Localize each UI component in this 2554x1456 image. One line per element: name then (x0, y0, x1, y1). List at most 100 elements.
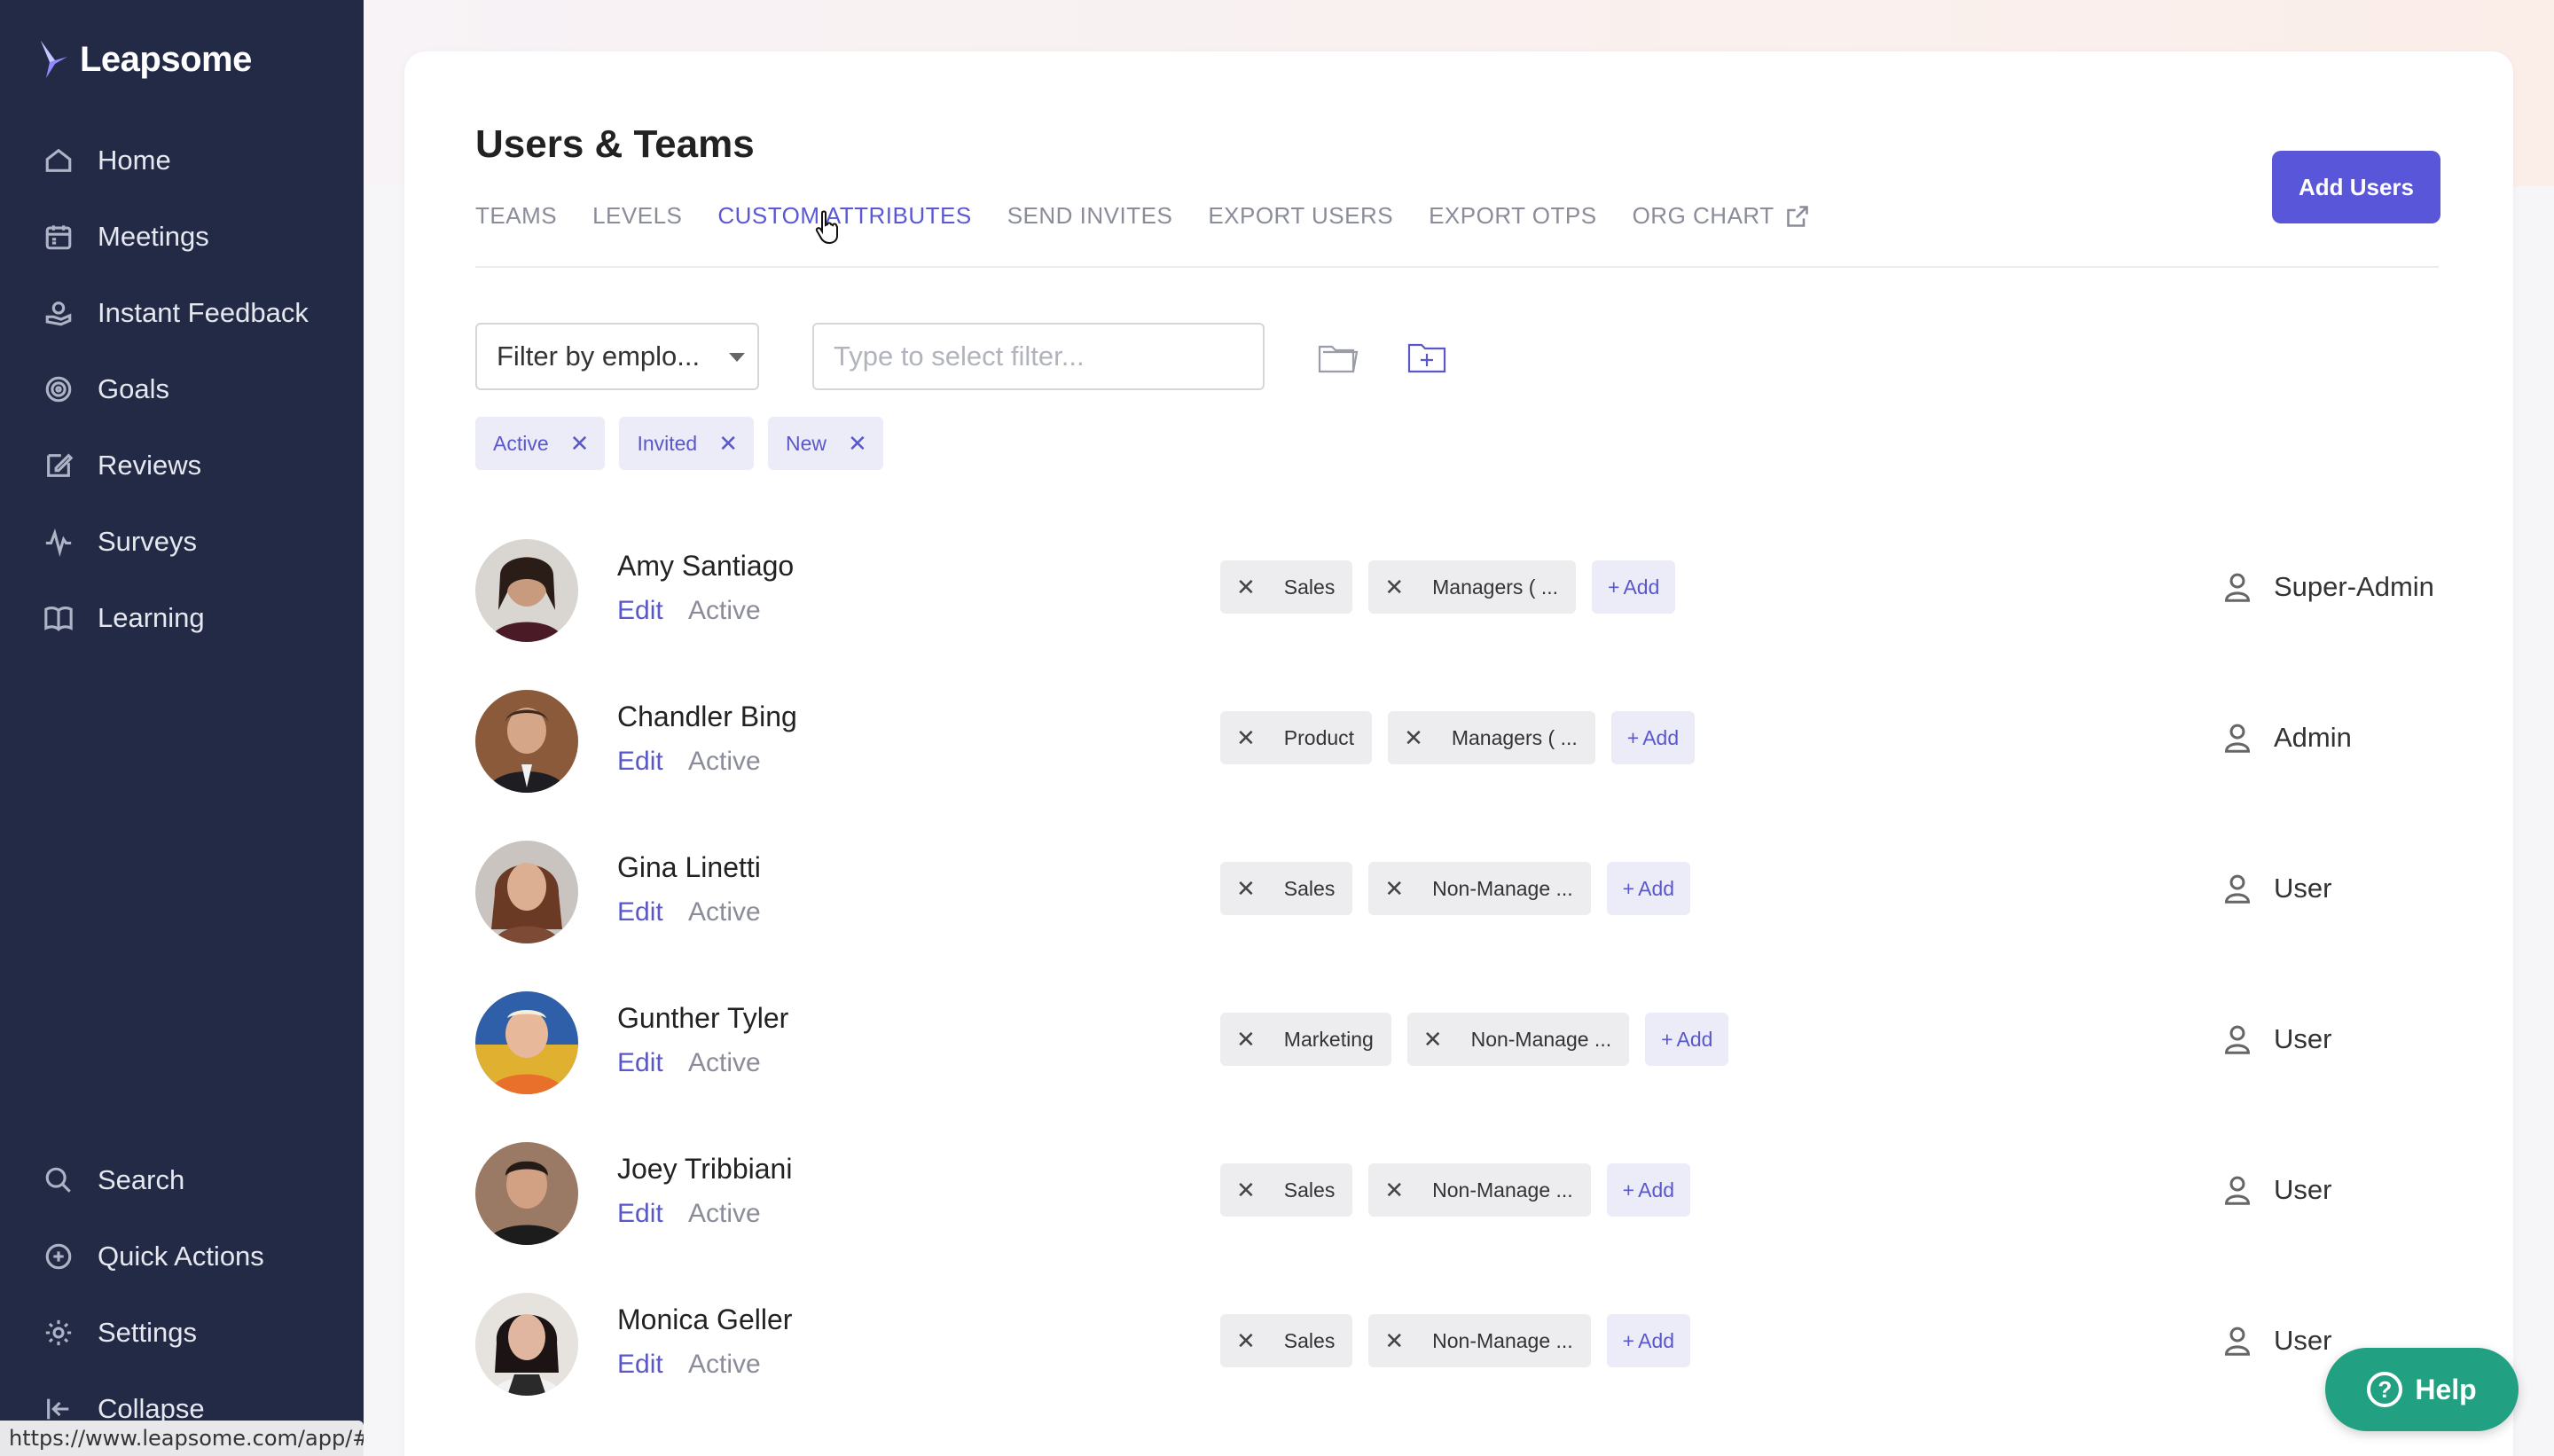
add-label: Add (1638, 1328, 1675, 1352)
search-icon (43, 1164, 74, 1196)
attribute-tag: ✕ Product (1220, 711, 1373, 764)
nav-item-surveys[interactable]: Surveys (0, 504, 364, 580)
open-folder-button[interactable] (1314, 333, 1362, 381)
user-row: Monica Geller Edit Active ✕ Sales ✕ Non-Ma… (475, 1293, 2439, 1444)
hand-heart-icon (43, 297, 74, 329)
plus-icon: + (1661, 1027, 1673, 1051)
avatar[interactable] (475, 690, 578, 793)
add-attribute-button[interactable]: + Add (1610, 711, 1696, 764)
add-label: Add (1676, 1027, 1713, 1051)
user-name: Amy Santiago (617, 550, 795, 582)
user-role: User (2222, 1325, 2331, 1357)
caret-down-icon (729, 353, 745, 362)
help-button[interactable]: ? Help (2325, 1348, 2519, 1431)
remove-tag-icon[interactable]: ✕ (1384, 1327, 1404, 1355)
attribute-tags: ✕ Sales ✕ Managers ( ... + Add (1220, 560, 1676, 614)
tab-custom-attributes[interactable]: CUSTOM ATTRIBUTES (717, 202, 971, 230)
tag-label: Sales (1283, 1178, 1336, 1202)
user-status: Active (688, 897, 761, 927)
avatar[interactable] (475, 841, 578, 943)
attribute-tag: ✕ Marketing (1220, 1013, 1391, 1066)
employee-filter-select[interactable]: Filter by emplo... (475, 323, 759, 390)
nav-item-search[interactable]: Search (0, 1142, 364, 1218)
user-icon (2225, 573, 2250, 602)
attribute-tags: ✕ Product ✕ Managers ( ... + Add (1220, 711, 1696, 764)
avatar[interactable] (475, 1142, 578, 1245)
edit-user-link[interactable]: Edit (617, 1048, 663, 1078)
add-attribute-button[interactable]: + Add (1606, 1314, 1691, 1367)
add-users-button[interactable]: Add Users (2272, 151, 2440, 223)
tab-send-invites[interactable]: SEND INVITES (1007, 202, 1173, 230)
add-label: Add (1642, 725, 1680, 749)
tab-export-otps[interactable]: EXPORT OTPS (1429, 202, 1596, 230)
nav-item-meetings[interactable]: Meetings (0, 199, 364, 275)
user-status: Active (688, 1350, 761, 1379)
tab-teams[interactable]: TEAMS (475, 202, 557, 230)
user-icon (2225, 1327, 2250, 1356)
tab-export-users[interactable]: EXPORT USERS (1208, 202, 1393, 230)
tab-org-chart[interactable]: ORG CHART (1633, 202, 1810, 230)
nav-item-goals[interactable]: Goals (0, 351, 364, 427)
logo[interactable]: Leapsome (37, 39, 252, 80)
status-url-bar: https://www.leapsome.com/app/# (0, 1421, 364, 1456)
user-status: Active (688, 596, 761, 625)
avatar[interactable] (475, 1293, 578, 1396)
edit-user-link[interactable]: Edit (617, 747, 663, 777)
nav-item-settings[interactable]: Settings (0, 1295, 364, 1371)
plus-icon: + (1608, 575, 1620, 599)
edit-user-link[interactable]: Edit (617, 1350, 663, 1380)
avatar[interactable] (475, 991, 578, 1094)
plus-circle-icon (43, 1241, 74, 1272)
attribute-tags: ✕ Marketing ✕ Non-Manage ... + Add (1220, 1013, 1729, 1066)
tab-bar: TEAMS LEVELS CUSTOM ATTRIBUTES SEND INVI… (475, 202, 1810, 230)
add-attribute-button[interactable]: + Add (1606, 862, 1691, 915)
edit-user-link[interactable]: Edit (617, 897, 663, 928)
user-name: Gina Linetti (617, 851, 761, 883)
add-attribute-button[interactable]: + Add (1592, 560, 1676, 614)
user-icon (2225, 1025, 2250, 1054)
remove-tag-icon[interactable]: ✕ (1236, 724, 1256, 752)
chip-label: Active (493, 431, 549, 455)
avatar[interactable] (475, 539, 578, 642)
edit-user-link[interactable]: Edit (617, 1199, 663, 1229)
remove-tag-icon[interactable]: ✕ (1236, 574, 1256, 601)
remove-chip-icon[interactable]: ✕ (570, 430, 590, 458)
attribute-tag: ✕ Sales (1220, 1314, 1353, 1367)
remove-chip-icon[interactable]: ✕ (848, 430, 867, 458)
add-label: Add (1638, 876, 1675, 900)
nav-item-home[interactable]: Home (0, 122, 364, 199)
nav-item-learning[interactable]: Learning (0, 580, 364, 656)
add-attribute-button[interactable]: + Add (1645, 1013, 1729, 1066)
remove-tag-icon[interactable]: ✕ (1236, 1026, 1256, 1053)
attribute-tag: ✕ Non-Manage ... (1368, 862, 1591, 915)
remove-tag-icon[interactable]: ✕ (1236, 1327, 1256, 1355)
user-icon (2225, 724, 2250, 753)
add-attribute-button[interactable]: + Add (1606, 1163, 1691, 1217)
folder-plus-icon (1407, 343, 1446, 373)
remove-tag-icon[interactable]: ✕ (1404, 724, 1423, 752)
remove-tag-icon[interactable]: ✕ (1236, 875, 1256, 903)
nav-item-quick-actions[interactable]: Quick Actions (0, 1218, 364, 1295)
remove-tag-icon[interactable]: ✕ (1384, 574, 1404, 601)
tag-label: Non-Manage ... (1432, 1178, 1573, 1202)
remove-tag-icon[interactable]: ✕ (1236, 1177, 1256, 1204)
edit-user-link[interactable]: Edit (617, 596, 663, 626)
remove-chip-icon[interactable]: ✕ (718, 430, 738, 458)
filter-search-input[interactable] (812, 323, 1265, 390)
main-nav: Home Meetings Instant Feedback Goals Rev… (0, 122, 364, 656)
tag-label: Sales (1283, 575, 1336, 599)
remove-tag-icon[interactable]: ✕ (1384, 1177, 1404, 1204)
status-filter-chips: Active ✕ Invited ✕ New ✕ (475, 417, 883, 470)
tab-levels[interactable]: LEVELS (592, 202, 682, 230)
attribute-tag: ✕ Non-Manage ... (1368, 1314, 1591, 1367)
user-status: Active (688, 747, 761, 776)
user-name: Monica Geller (617, 1303, 793, 1335)
remove-tag-icon[interactable]: ✕ (1384, 875, 1404, 903)
role-label: User (2274, 1174, 2332, 1205)
role-label: Admin (2274, 722, 2352, 753)
user-row: Gina Linetti Edit Active ✕ Sales ✕ Non-Man… (475, 841, 2439, 991)
new-folder-button[interactable] (1403, 333, 1451, 381)
remove-tag-icon[interactable]: ✕ (1423, 1026, 1443, 1053)
nav-item-reviews[interactable]: Reviews (0, 427, 364, 504)
nav-item-instant-feedback[interactable]: Instant Feedback (0, 275, 364, 351)
